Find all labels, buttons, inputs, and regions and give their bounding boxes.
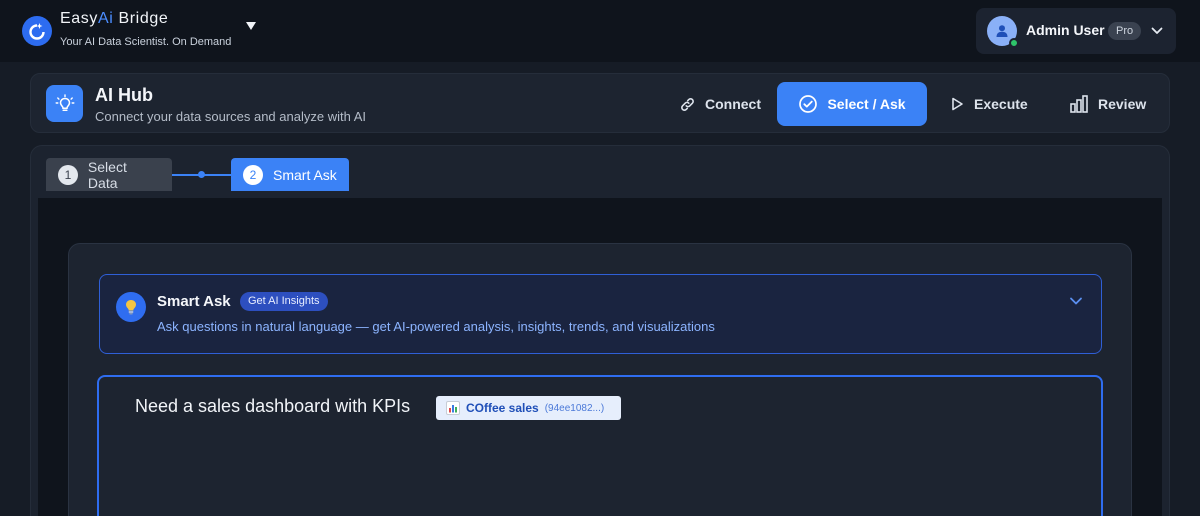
step-smart-ask-tab[interactable]: 2 Smart Ask (231, 158, 349, 191)
top-bar: EasyAi Bridge Your AI Data Scientist. On… (0, 0, 1200, 62)
page-subtitle: Connect your data sources and analyze wi… (95, 109, 366, 124)
plan-badge: Pro (1108, 22, 1142, 40)
chevron-down-icon[interactable] (1068, 293, 1084, 309)
bar-chart-icon (1070, 95, 1088, 113)
prompt-text[interactable]: Need a sales dashboard with KPIs (135, 396, 410, 417)
smart-ask-title: Smart Ask (157, 293, 231, 310)
main-panel: 1 Select Data 2 Smart Ask Smart Ask Get … (30, 145, 1170, 516)
nav-execute-button[interactable]: Execute (949, 82, 1028, 126)
brand-name[interactable]: EasyAi Bridge (60, 10, 168, 28)
chevron-down-icon[interactable] (1150, 24, 1164, 38)
brand-name-ai: Ai (97, 10, 114, 27)
brand-dropdown-caret-icon[interactable] (246, 22, 256, 30)
nav-execute-label: Execute (974, 96, 1028, 112)
lightbulb-icon (46, 85, 83, 122)
online-status-dot (1009, 38, 1019, 48)
nav-select-ask-button[interactable]: Select / Ask (777, 82, 927, 126)
smart-ask-card: Smart Ask Get AI Insights Ask questions … (68, 243, 1132, 516)
nav-review-label: Review (1098, 96, 1147, 112)
prompt-input[interactable]: Need a sales dashboard with KPIs COffee … (97, 375, 1103, 516)
step-number: 1 (58, 164, 78, 185)
link-icon (681, 97, 694, 111)
page-title: AI Hub (95, 85, 153, 105)
brand-logo-icon[interactable] (22, 16, 52, 46)
check-circle-icon (799, 95, 818, 113)
smart-ask-description: Ask questions in natural language — get … (157, 319, 715, 334)
bar-chart-emoji-icon (446, 401, 460, 415)
nav-connect-button[interactable]: Connect (679, 82, 761, 126)
dataset-id: (94ee1082...) (544, 402, 605, 414)
user-icon (996, 25, 1008, 37)
brand-name-suffix: Bridge (113, 10, 169, 27)
dataset-chip[interactable]: COffee sales (94ee1082...) (436, 396, 621, 420)
step-label: Smart Ask (273, 166, 337, 183)
user-name: Admin User (1026, 22, 1105, 38)
nav-review-button[interactable]: Review (1069, 82, 1146, 126)
step-label: Select Data (87, 158, 127, 191)
ai-insights-badge: Get AI Insights (240, 292, 328, 311)
smart-ask-header[interactable]: Smart Ask Get AI Insights Ask questions … (99, 274, 1102, 354)
hub-header: AI Hub Connect your data sources and ana… (30, 73, 1170, 133)
nav-select-ask-label: Select / Ask (827, 96, 906, 112)
step-number: 2 (243, 164, 263, 185)
lightbulb-icon (116, 292, 146, 322)
play-icon (952, 97, 963, 111)
brand-name-prefix: Easy (60, 10, 98, 27)
content-area: Smart Ask Get AI Insights Ask questions … (38, 198, 1162, 516)
step-select-data-tab[interactable]: 1 Select Data (46, 158, 172, 191)
nav-connect-label: Connect (705, 96, 761, 112)
user-menu[interactable]: Admin User Pro (976, 8, 1176, 54)
brand-tagline: Your AI Data Scientist. On Demand (60, 36, 232, 48)
dataset-name: COffee sales (466, 401, 539, 415)
step-connector-dot (198, 171, 205, 178)
